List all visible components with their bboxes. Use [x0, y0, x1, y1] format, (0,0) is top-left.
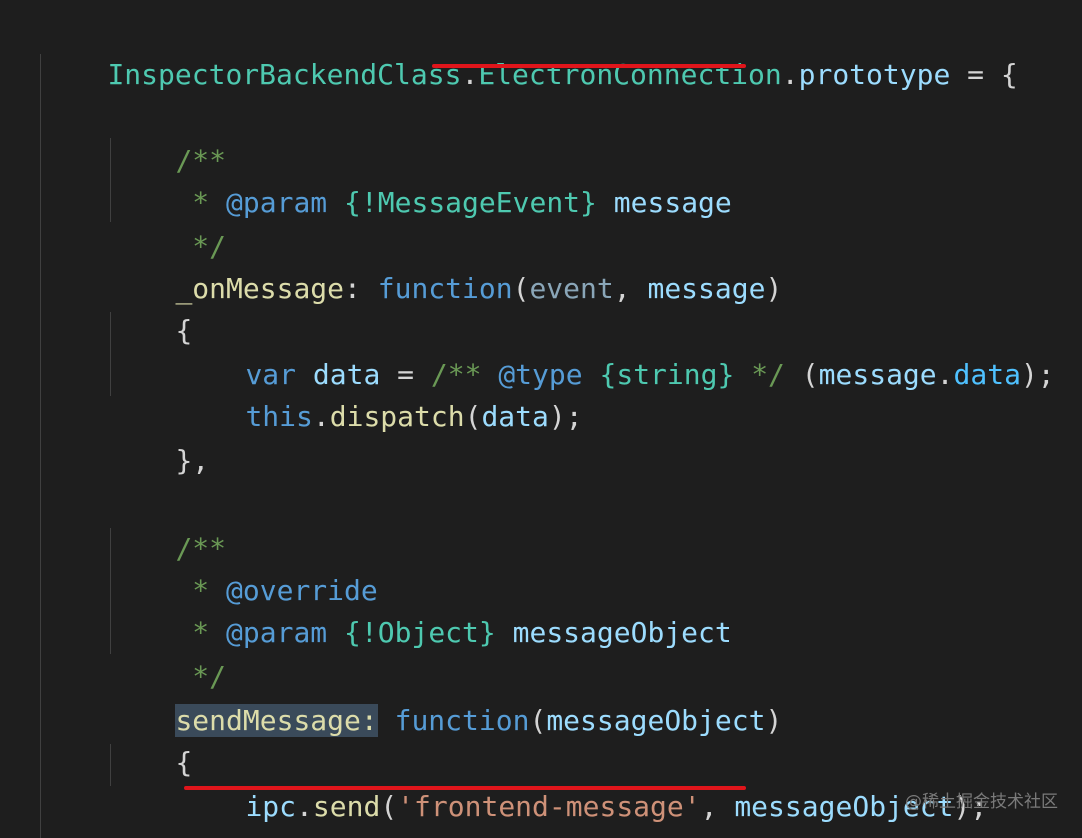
punctuation: , — [613, 272, 648, 305]
comment — [327, 616, 344, 649]
code-line[interactable]: var data = /** @type {string} */ (messag… — [178, 312, 1054, 391]
doc-param-name: message — [596, 186, 732, 219]
code-line[interactable]: ipc.send('frontend-message', messageObje… — [178, 744, 987, 823]
code-line[interactable]: { — [108, 700, 192, 779]
punctuation: ( — [464, 400, 482, 433]
code-line[interactable]: }, — [108, 398, 209, 477]
doc-type: {!Object} — [344, 616, 496, 649]
code-line[interactable]: InspectorBackendClass.ElectronConnection… — [40, 12, 1017, 91]
variable: message — [818, 358, 937, 391]
code-line[interactable]: * @param {!Object} messageObject — [108, 570, 731, 649]
doc-type: {!MessageEvent} — [344, 186, 597, 219]
doc-tag: @param — [226, 186, 328, 219]
code-line[interactable]: sendMessage: function(messageObject) — [108, 658, 782, 737]
code-line[interactable]: */ — [108, 614, 226, 693]
code-line[interactable]: */ — [108, 184, 226, 263]
keyword: this — [245, 400, 313, 433]
punctuation: ) — [765, 704, 783, 737]
punctuation: ( — [529, 704, 547, 737]
brace: }, — [175, 444, 210, 477]
highlight-underline — [184, 786, 746, 790]
parameter: message — [647, 272, 766, 305]
punctuation: ( — [784, 358, 819, 391]
variable: ipc — [245, 790, 297, 823]
punctuation: ); — [1020, 358, 1055, 391]
code-line[interactable]: * @param {!MessageEvent} message — [108, 140, 731, 219]
code-line[interactable]: * @override — [108, 528, 377, 607]
watermark: @稀土掘金技术社区 — [905, 792, 1058, 812]
punctuation: : — [344, 272, 378, 305]
doc-param-name: messageObject — [495, 616, 732, 649]
method-name-highlighted: sendMessage: — [175, 704, 378, 737]
code-line[interactable]: { — [108, 268, 192, 347]
method-name: dispatch — [329, 400, 465, 433]
punctuation: , — [700, 790, 735, 823]
comment: */ — [734, 358, 785, 391]
property: data — [953, 358, 1021, 391]
punctuation: . — [781, 58, 799, 91]
code-editor[interactable]: InspectorBackendClass.ElectronConnection… — [0, 0, 1082, 838]
keyword: function — [394, 704, 530, 737]
punctuation: . — [312, 400, 330, 433]
class-name: InspectorBackendClass — [107, 58, 462, 91]
parameter: event — [529, 272, 614, 305]
property: prototype — [798, 58, 951, 91]
brace: }, — [175, 834, 209, 838]
punctuation: ( — [380, 790, 398, 823]
punctuation: ) — [765, 272, 783, 305]
class-name: ElectronConnection — [478, 58, 782, 91]
punctuation: ( — [512, 272, 530, 305]
punctuation: . — [936, 358, 954, 391]
code-line[interactable]: /** — [108, 98, 226, 177]
highlight-underline — [432, 64, 746, 68]
parameter: messageObject — [546, 704, 766, 737]
string-literal: 'frontend-message' — [397, 790, 701, 823]
method-name: send — [312, 790, 381, 823]
comment — [583, 358, 600, 391]
code-line[interactable]: }, — [108, 788, 209, 838]
code-line[interactable]: _onMessage: function(event, message) — [108, 226, 782, 305]
code-line[interactable]: /** — [108, 486, 226, 565]
method-name: _onMessage — [175, 272, 345, 305]
variable: data — [481, 400, 549, 433]
comment — [327, 186, 344, 219]
punctuation: ); — [548, 400, 583, 433]
code-line[interactable]: this.dispatch(data); — [178, 354, 582, 433]
punctuation: . — [296, 790, 313, 823]
doc-tag: @param — [226, 616, 328, 649]
punctuation: = { — [950, 58, 1018, 91]
keyword: function — [377, 272, 513, 305]
punctuation — [378, 704, 395, 737]
doc-type: {string} — [599, 358, 735, 391]
indent-guide — [40, 54, 41, 838]
punctuation: . — [461, 58, 479, 91]
